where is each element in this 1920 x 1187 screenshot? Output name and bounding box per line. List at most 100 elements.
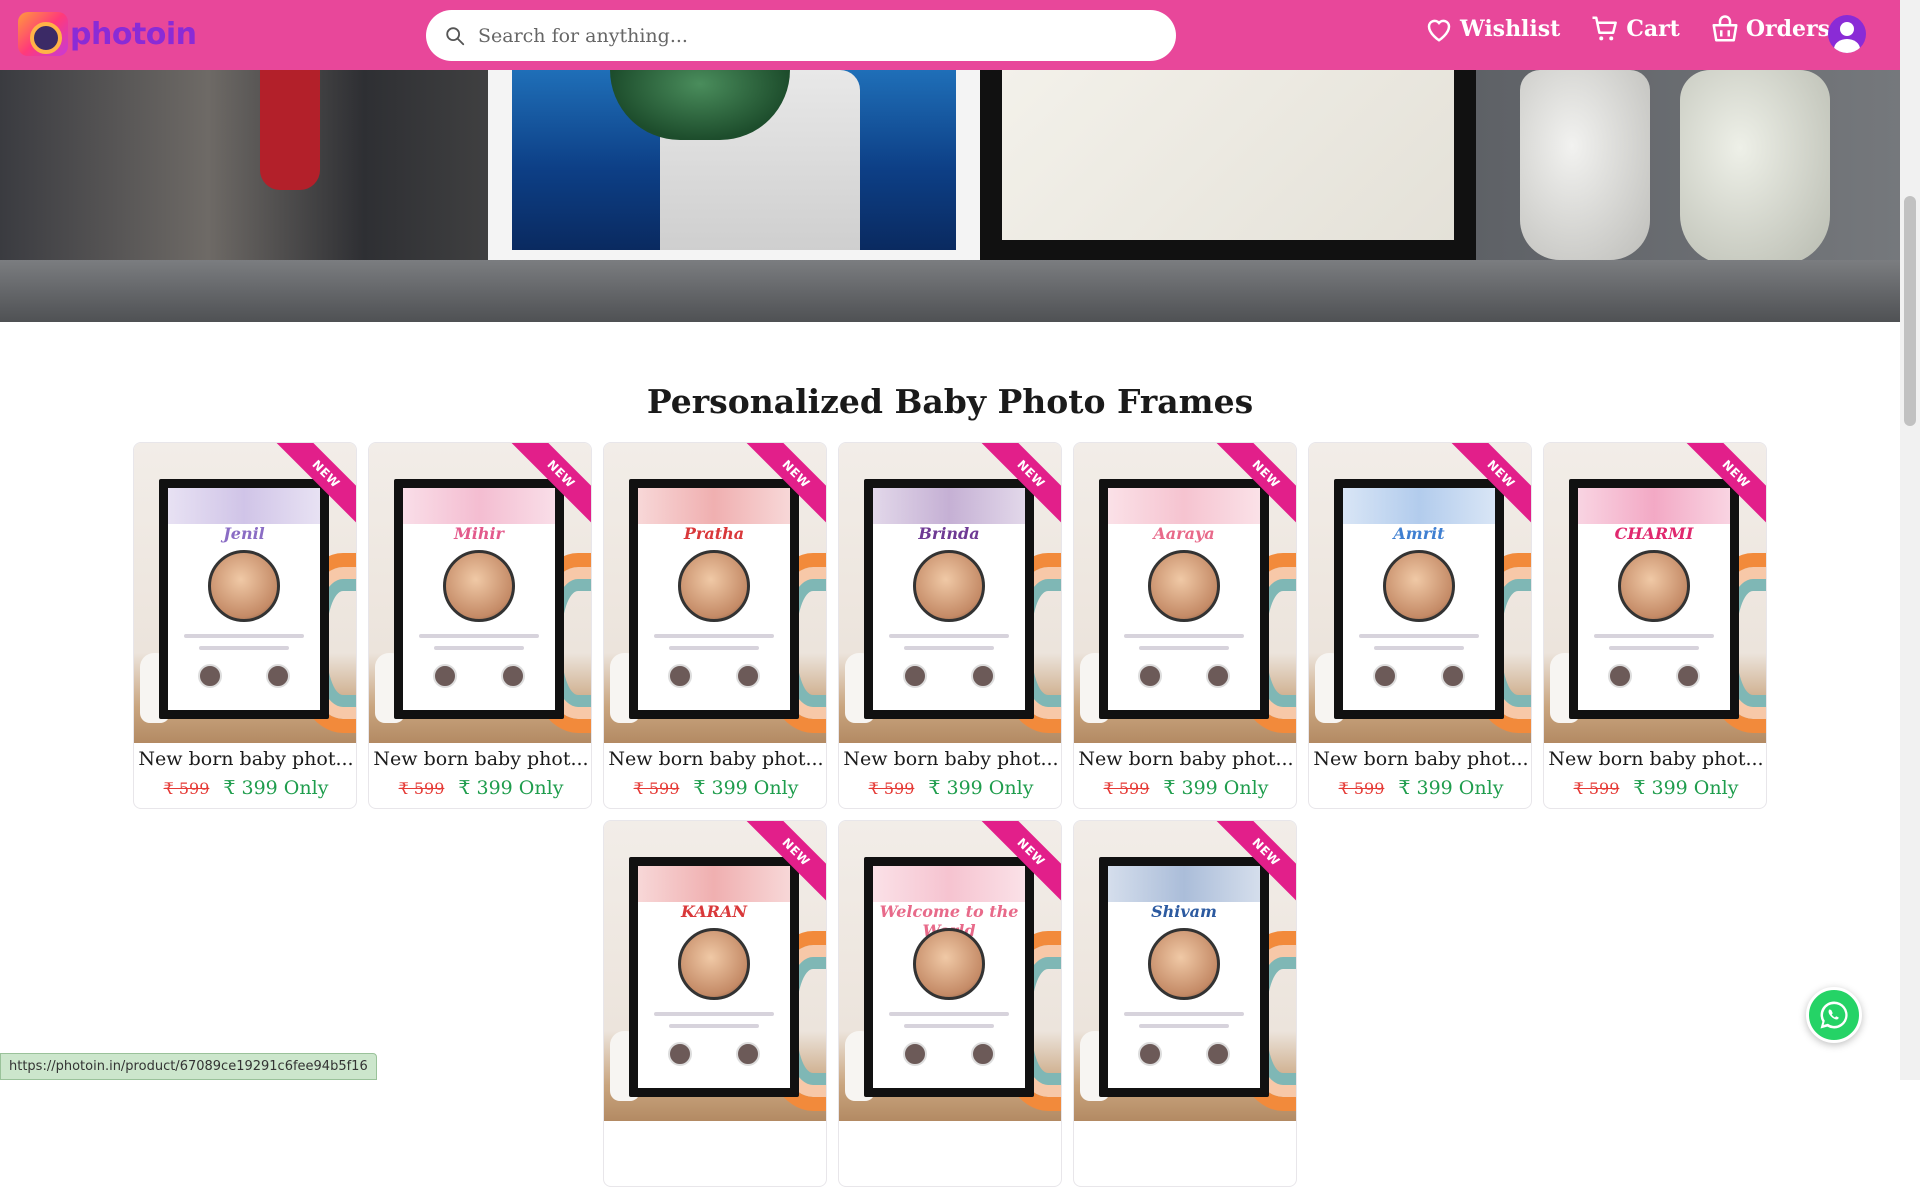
user-avatar[interactable] (1828, 15, 1866, 53)
product-card[interactable]: Amrit NEW New born baby phot... ₹ 599 ₹ 399 … (1308, 442, 1532, 809)
whatsapp-chat-button[interactable] (1806, 987, 1862, 1043)
top-nav-bar: photoin Wishlist Cart Orders (0, 0, 1900, 70)
product-image[interactable]: Mihir NEW (369, 443, 591, 743)
sale-price: ₹ 399 Only (693, 777, 799, 799)
baby-photo (1148, 928, 1220, 1000)
photo-frame: CHARMI (1569, 479, 1739, 719)
product-image[interactable]: CHARMI NEW (1544, 443, 1766, 743)
heart-icon (1427, 19, 1451, 42)
frame-baby-name: Brinda (918, 524, 980, 543)
product-image[interactable]: Jenil NEW (134, 443, 356, 743)
product-price: ₹ 599 ₹ 399 Only (134, 777, 356, 799)
photoin-logo[interactable]: photoin (18, 12, 197, 56)
wishlist-label: Wishlist (1460, 16, 1561, 42)
baby-photo (678, 928, 750, 1000)
product-card[interactable]: Pratha NEW New born baby phot... ₹ 599 ₹ 399… (603, 442, 827, 809)
product-name[interactable]: New born baby phot... (1309, 748, 1531, 770)
orders-label: Orders (1745, 16, 1830, 42)
original-price: ₹ 599 (633, 779, 680, 798)
section-title: Personalized Baby Photo Frames (646, 382, 1254, 421)
whatsapp-icon (1820, 1001, 1848, 1029)
frame-baby-name: CHARMI (1614, 524, 1694, 543)
scrollbar-thumb[interactable] (1904, 196, 1916, 426)
status-bar-url: https://photoin.in/product/67089ce19291c… (0, 1053, 377, 1080)
photo-frame: KARAN (629, 857, 799, 1097)
hero-banner-image[interactable] (0, 70, 1900, 322)
wishlist-link[interactable]: Wishlist (1424, 14, 1560, 44)
product-image[interactable]: Welcome to the WorldNEW (839, 821, 1061, 1121)
baby-photo (1618, 550, 1690, 622)
frame-baby-name: Aaraya (1153, 524, 1215, 543)
baby-photo (1148, 550, 1220, 622)
baby-photo (678, 550, 750, 622)
product-price: ₹ 599 ₹ 399 Only (604, 777, 826, 799)
photo-frame: Welcome to the World (864, 857, 1034, 1097)
frame-baby-name: Amrit (1393, 524, 1445, 543)
photo-frame: Mihir (394, 479, 564, 719)
photo-frame: Jenil (159, 479, 329, 719)
product-image[interactable]: Brinda NEW (839, 443, 1061, 743)
frame-baby-name: Jenil (223, 524, 265, 543)
sale-price: ₹ 399 Only (458, 777, 564, 799)
sale-price: ₹ 399 Only (223, 777, 329, 799)
cart-link[interactable]: Cart (1590, 14, 1680, 44)
photo-frame: Shivam (1099, 857, 1269, 1097)
product-name[interactable]: New born baby phot... (369, 748, 591, 770)
product-card[interactable]: Welcome to the WorldNEW (838, 820, 1062, 1187)
baby-photo (443, 550, 515, 622)
product-name[interactable]: New born baby phot... (1544, 748, 1766, 770)
frame-baby-name: Mihir (454, 524, 504, 543)
logo-text: photoin (70, 16, 197, 52)
baby-photo (913, 550, 985, 622)
product-name[interactable]: New born baby phot... (604, 748, 826, 770)
camera-logo-icon (18, 12, 68, 56)
sale-price: ₹ 399 Only (1633, 777, 1739, 799)
product-card[interactable]: CHARMI NEW New born baby phot... ₹ 599 ₹ 399… (1543, 442, 1767, 809)
original-price: ₹ 599 (163, 779, 210, 798)
product-image[interactable]: Amrit NEW (1309, 443, 1531, 743)
original-price: ₹ 599 (868, 779, 915, 798)
search-input[interactable] (478, 24, 1138, 47)
photo-frame: Aaraya (1099, 479, 1269, 719)
product-name[interactable]: New born baby phot... (839, 748, 1061, 770)
product-card[interactable]: Aaraya NEW New born baby phot... ₹ 599 ₹ 399… (1073, 442, 1297, 809)
product-image[interactable]: Shivam NEW (1074, 821, 1296, 1121)
product-card[interactable]: KARAN NEW (603, 820, 827, 1187)
baby-photo (913, 928, 985, 1000)
original-price: ₹ 599 (1573, 779, 1620, 798)
original-price: ₹ 599 (398, 779, 445, 798)
page-scrollbar[interactable] (1900, 0, 1920, 1080)
cart-label: Cart (1626, 16, 1680, 42)
cart-icon (1592, 16, 1618, 41)
sale-price: ₹ 399 Only (928, 777, 1034, 799)
orders-link[interactable]: Orders (1710, 14, 1830, 44)
product-price: ₹ 599 ₹ 399 Only (369, 777, 591, 799)
baby-photo (1383, 550, 1455, 622)
original-price: ₹ 599 (1103, 779, 1150, 798)
product-image[interactable]: Aaraya NEW (1074, 443, 1296, 743)
product-price: ₹ 599 ₹ 399 Only (1074, 777, 1296, 799)
orders-icon (1712, 15, 1738, 42)
original-price: ₹ 599 (1338, 779, 1385, 798)
photo-frame: Brinda (864, 479, 1034, 719)
product-card[interactable]: Mihir NEW New born baby phot... ₹ 599 ₹ 399 … (368, 442, 592, 809)
search-icon (446, 26, 465, 45)
frame-baby-name: Shivam (1151, 902, 1217, 921)
photo-frame: Pratha (629, 479, 799, 719)
product-card[interactable]: Jenil NEW New born baby phot... ₹ 599 ₹ 399 … (133, 442, 357, 809)
baby-photo (208, 550, 280, 622)
product-name[interactable]: New born baby phot... (134, 748, 356, 770)
sale-price: ₹ 399 Only (1398, 777, 1504, 799)
product-image[interactable]: Pratha NEW (604, 443, 826, 743)
product-price: ₹ 599 ₹ 399 Only (1544, 777, 1766, 799)
search-bar[interactable] (426, 10, 1176, 61)
product-price: ₹ 599 ₹ 399 Only (1309, 777, 1531, 799)
product-card[interactable]: Brinda NEW New born baby phot... ₹ 599 ₹ 399… (838, 442, 1062, 809)
sale-price: ₹ 399 Only (1163, 777, 1269, 799)
frame-baby-name: Pratha (683, 524, 745, 543)
photo-frame: Amrit (1334, 479, 1504, 719)
product-image[interactable]: KARAN NEW (604, 821, 826, 1121)
product-price: ₹ 599 ₹ 399 Only (839, 777, 1061, 799)
product-name[interactable]: New born baby phot... (1074, 748, 1296, 770)
product-card[interactable]: Shivam NEW (1073, 820, 1297, 1187)
